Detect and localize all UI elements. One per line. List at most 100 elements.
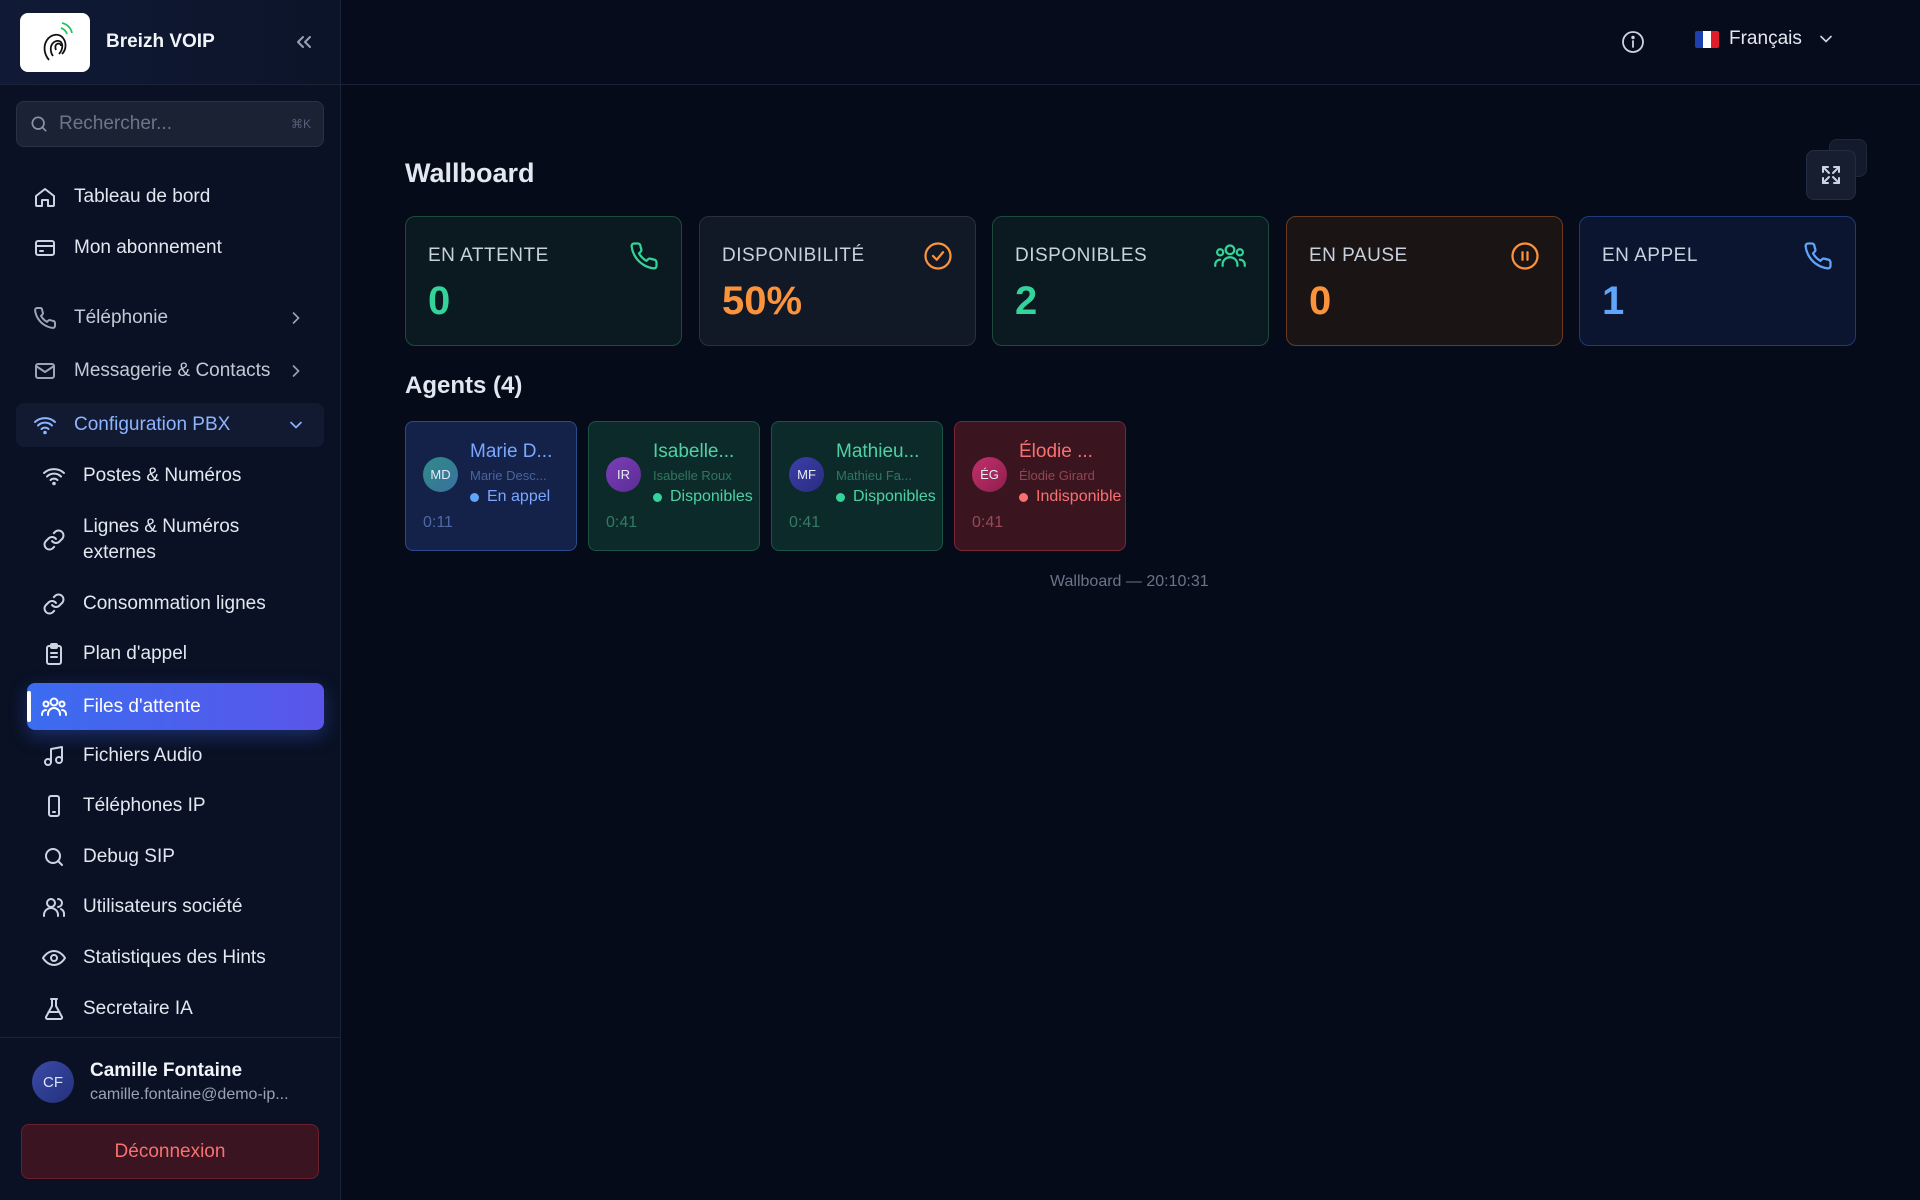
sidebar-item-plan-appel[interactable]: Plan d'appel (27, 632, 324, 676)
sidebar-item-label: Téléphones IP (83, 795, 206, 816)
language-selector[interactable]: Français (1695, 28, 1836, 50)
sidebar-item-debug-sip[interactable]: Debug SIP (27, 835, 324, 879)
sidebar-item-lignes-externes[interactable]: Lignes & Numéros externes (27, 512, 267, 568)
agent-status: En appel (470, 488, 550, 506)
user-group-icon (41, 894, 67, 920)
sidebar-group-telephonie[interactable]: Téléphonie (16, 296, 324, 340)
stat-card-en-pause: EN PAUSE 0 (1286, 216, 1563, 346)
collapse-sidebar-icon[interactable] (288, 26, 320, 58)
stat-value: 0 (428, 279, 451, 323)
sidebar-item-fichiers-audio[interactable]: Fichiers Audio (27, 734, 324, 778)
eye-icon (41, 945, 67, 971)
agent-status-label: Indisponible (1036, 488, 1122, 505)
chevron-right-icon (286, 308, 306, 328)
agent-card[interactable]: MF Mathieu... Mathieu Fa... Disponibles … (771, 421, 943, 551)
agent-status: Indisponible (1019, 488, 1121, 506)
sidebar-group-messagerie[interactable]: Messagerie & Contacts (16, 349, 324, 393)
agent-status: Disponibles (653, 488, 753, 506)
search-input[interactable]: Rechercher... ⌘K (16, 101, 324, 147)
agent-full-name: Isabelle Roux (653, 468, 732, 483)
status-dot (836, 492, 845, 502)
sidebar-item-consommation-lignes[interactable]: Consommation lignes (27, 582, 324, 626)
agent-timer: 0:41 (789, 514, 821, 531)
avatar: CF (32, 1061, 74, 1103)
stat-card-disponibles: DISPONIBLES 2 (992, 216, 1269, 346)
agent-card[interactable]: MD Marie D... Marie Desc... En appel 0:1… (405, 421, 577, 551)
agent-avatar: IR (606, 457, 641, 492)
sidebar-item-telephones-ip[interactable]: Téléphones IP (27, 784, 324, 828)
sidebar-item-postes-numeros[interactable]: Postes & Numéros (27, 454, 324, 498)
logout-button[interactable]: Déconnexion (21, 1124, 319, 1179)
agent-card[interactable]: ÉG Élodie ... Élodie Girard Indisponible… (954, 421, 1126, 551)
search-shortcut: ⌘K (290, 117, 311, 131)
link-icon (41, 527, 67, 553)
sidebar-item-label: Debug SIP (83, 846, 175, 867)
status-dot (1019, 492, 1028, 502)
stat-label: EN ATTENTE (428, 245, 549, 266)
agent-card[interactable]: IR Isabelle... Isabelle Roux Disponibles… (588, 421, 760, 551)
sidebar-item-dashboard[interactable]: Tableau de bord (16, 175, 324, 219)
sidebar-item-label: Fichiers Audio (83, 745, 203, 766)
stat-value: 2 (1015, 279, 1038, 323)
agent-short-name: Marie D... (470, 441, 553, 462)
search-placeholder: Rechercher... (59, 113, 172, 134)
sidebar-item-utilisateurs-societe[interactable]: Utilisateurs société (27, 885, 324, 929)
language-label: Français (1729, 28, 1802, 49)
stat-card-en-attente: EN ATTENTE 0 (405, 216, 682, 346)
sidebar-group-configuration-pbx[interactable]: Configuration PBX (16, 403, 324, 447)
sidebar-item-label: Statistiques des Hints (83, 947, 266, 968)
sidebar-item-label: Postes & Numéros (83, 465, 242, 486)
sidebar-item-label: Messagerie & Contacts (74, 360, 271, 381)
users-icon (1214, 241, 1246, 271)
brand-logo-icon[interactable] (20, 12, 90, 72)
agent-avatar: MD (423, 457, 458, 492)
clipboard-icon (41, 641, 67, 667)
stat-label: EN PAUSE (1309, 245, 1408, 266)
sidebar-item-label: Consommation lignes (83, 593, 266, 614)
music-icon (41, 743, 67, 769)
wifi-icon (41, 463, 67, 489)
sidebar-item-label: Files d'attente (83, 695, 201, 717)
search-icon (29, 114, 49, 134)
phone-icon (1803, 241, 1833, 271)
wifi-icon (32, 412, 58, 438)
stat-card-en-appel: EN APPEL 1 (1579, 216, 1856, 346)
agents-section-title: Agents (4) (405, 372, 523, 399)
stat-label: EN APPEL (1602, 245, 1698, 266)
fullscreen-button[interactable] (1806, 139, 1867, 200)
sidebar-item-subscription[interactable]: Mon abonnement (16, 226, 324, 270)
flag-fr-icon (1695, 30, 1719, 48)
sidebar-item-label: Secretaire IA (83, 998, 193, 1019)
wallboard-timestamp: Wallboard — 20:10:31 (1050, 573, 1209, 590)
agent-short-name: Mathieu... (836, 441, 920, 462)
sidebar-item-secretaire-ia[interactable]: Secretaire IA (27, 987, 324, 1031)
stat-value: 0 (1309, 279, 1332, 323)
smartphone-icon (41, 793, 67, 819)
sidebar: Breizh VOIP Rechercher... ⌘K Tableau de … (0, 0, 341, 1200)
status-dot (653, 492, 662, 502)
stat-label: DISPONIBILITÉ (722, 245, 865, 266)
link-icon (41, 591, 67, 617)
agent-timer: 0:41 (606, 514, 638, 531)
agent-full-name: Élodie Girard (1019, 468, 1095, 483)
sidebar-item-label: Lignes & Numéros externes (83, 516, 240, 563)
user-profile[interactable]: CF Camille Fontaine camille.fontaine@dem… (0, 1038, 340, 1104)
sidebar-item-label: Plan d'appel (83, 643, 187, 664)
phone-icon (629, 241, 659, 271)
phone-icon (32, 305, 58, 331)
agent-full-name: Marie Desc... (470, 468, 547, 483)
stat-label: DISPONIBLES (1015, 245, 1148, 266)
agent-status-label: Disponibles (853, 488, 936, 505)
home-icon (32, 184, 58, 210)
sidebar-item-label: Utilisateurs société (83, 896, 243, 917)
sidebar-item-statistiques-hints[interactable]: Statistiques des Hints (27, 936, 324, 980)
page-title: Wallboard (405, 158, 535, 188)
info-icon[interactable] (1621, 30, 1645, 54)
agent-short-name: Élodie ... (1019, 441, 1093, 462)
sidebar-item-files-attente[interactable]: Files d'attente (27, 683, 324, 730)
sidebar-item-label: Tableau de bord (74, 186, 211, 207)
brand-header: Breizh VOIP (0, 0, 340, 85)
agent-short-name: Isabelle... (653, 441, 735, 462)
flask-icon (41, 996, 67, 1022)
stat-value: 1 (1602, 279, 1625, 323)
